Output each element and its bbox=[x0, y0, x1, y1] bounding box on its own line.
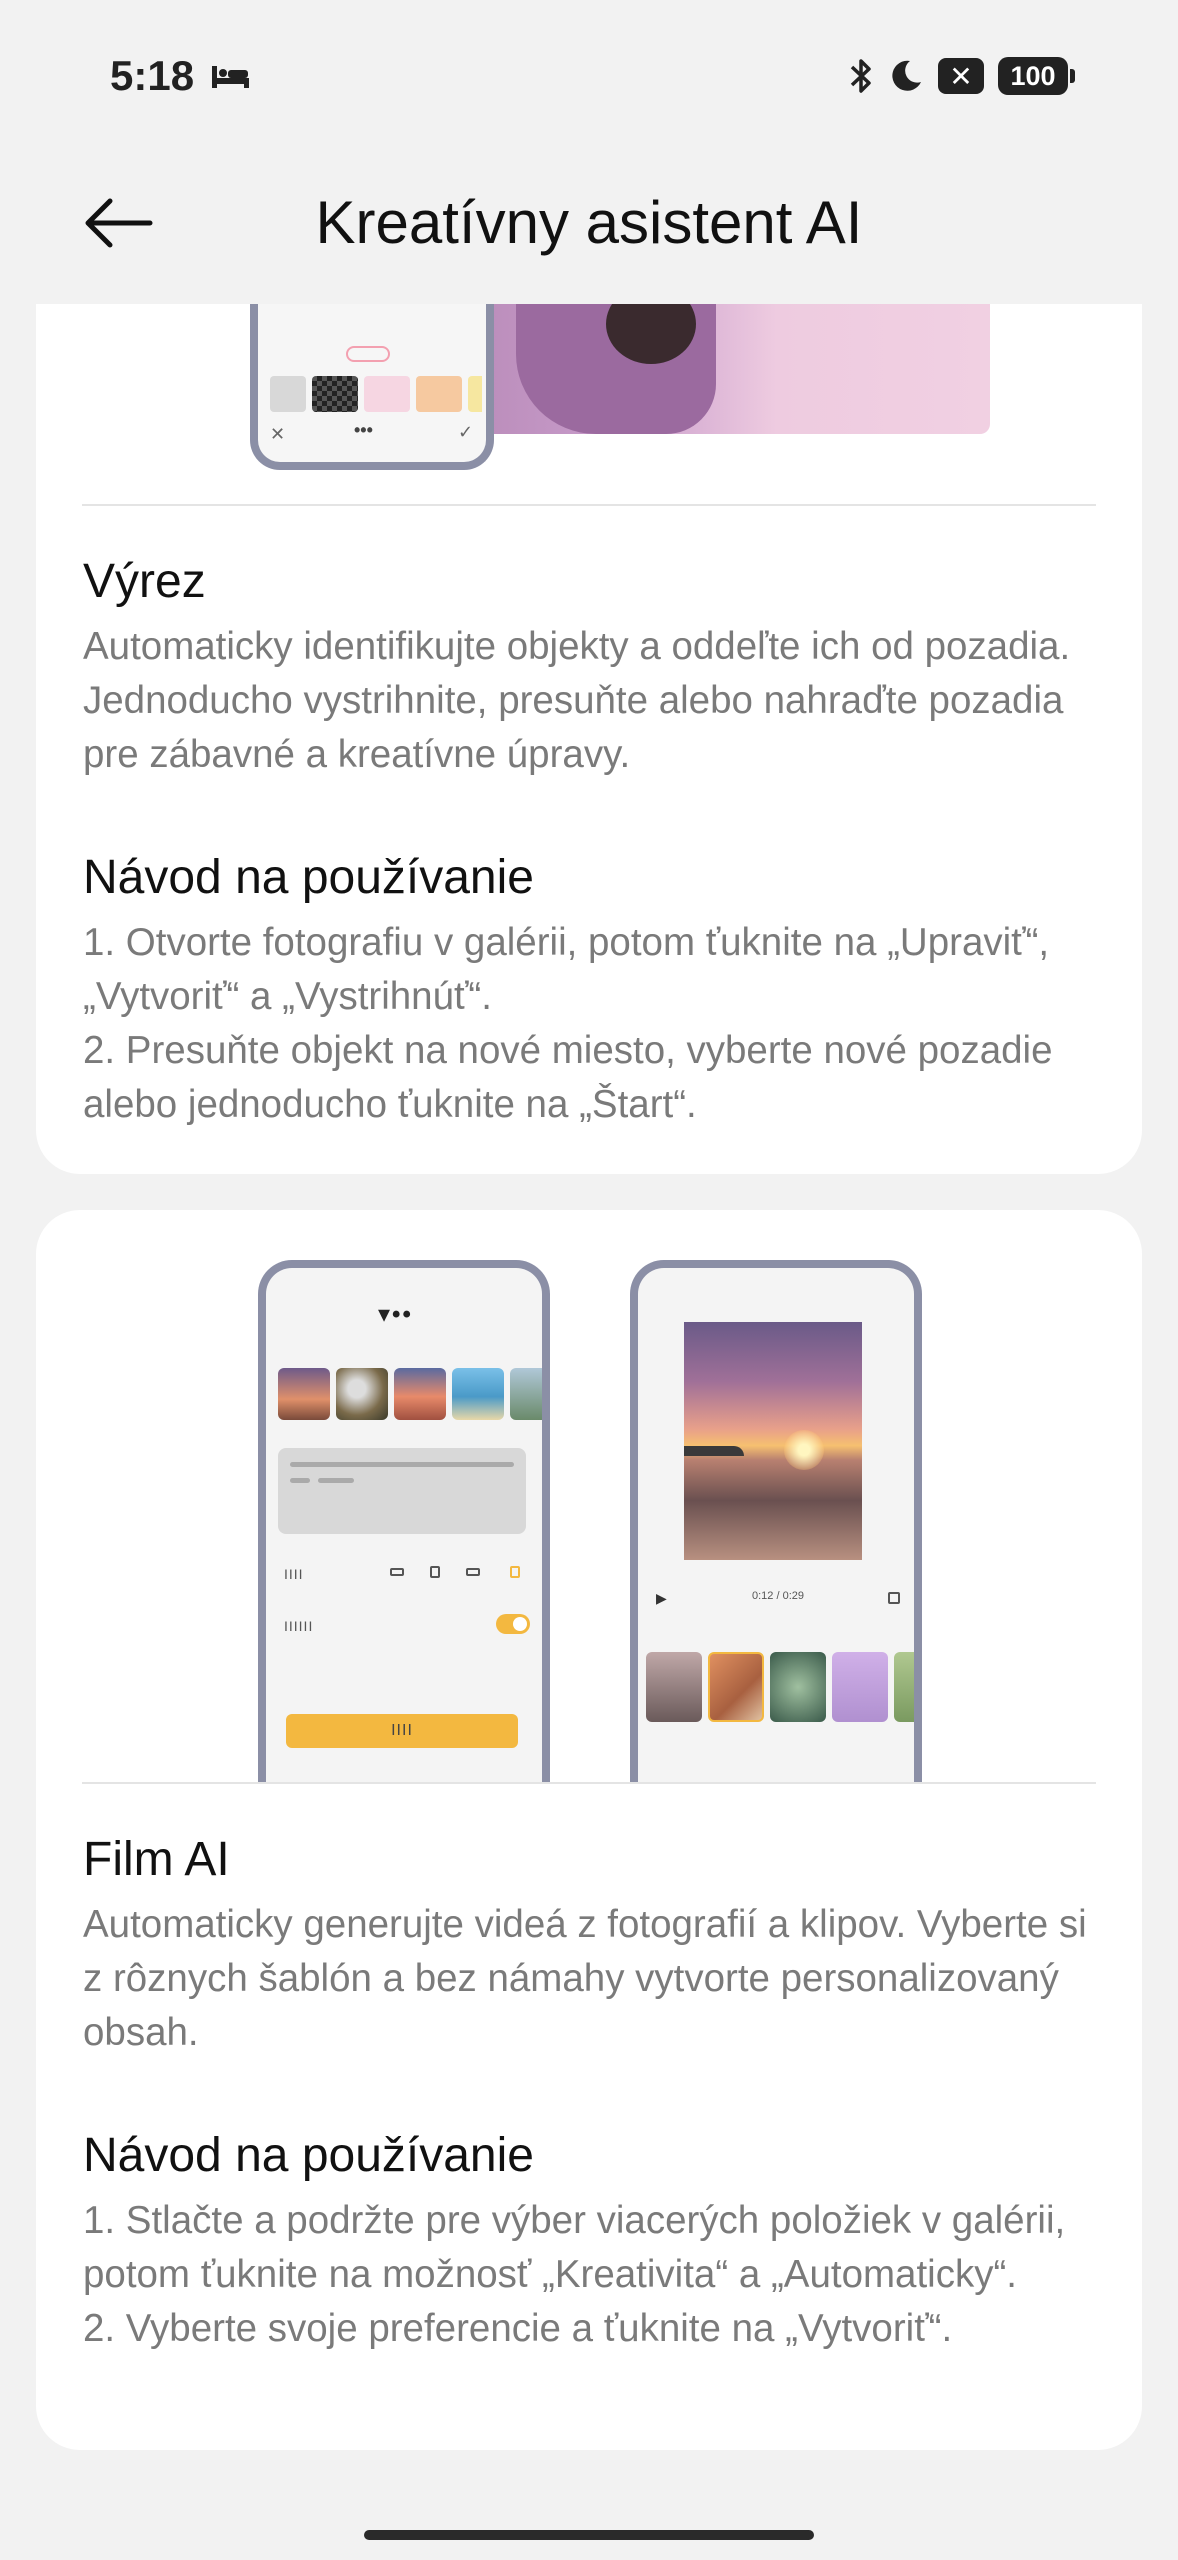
create-button-mock: IIII bbox=[286, 1714, 518, 1748]
moon-icon bbox=[892, 60, 921, 91]
divider bbox=[82, 504, 1096, 506]
more-icon: ▾•• bbox=[378, 1301, 413, 1328]
phone-mockup-left: ▾•• IIII IIIIII IIII bbox=[258, 1260, 550, 1784]
sleep-icon bbox=[212, 66, 249, 88]
howto-steps: 1. Stlačte a podržte pre výber viacerých… bbox=[83, 2199, 1066, 2350]
section-title: Výrez bbox=[83, 555, 206, 608]
play-icon: ▶ bbox=[656, 1590, 667, 1606]
fullscreen-icon bbox=[888, 1592, 900, 1604]
no-sim-icon: ✕ bbox=[938, 58, 984, 94]
close-icon: ✕ bbox=[270, 424, 286, 444]
app-header: Kreatívny asistent AI bbox=[0, 150, 1178, 300]
video-time: 0:12 / 0:29 bbox=[752, 1590, 804, 1602]
toggle-switch bbox=[496, 1614, 530, 1634]
howto-title: Návod na používanie bbox=[83, 2129, 534, 2182]
bluetooth-icon bbox=[850, 59, 871, 93]
check-icon: ✓ bbox=[458, 422, 474, 442]
phone-mockup-right: ▶ 0:12 / 0:29 bbox=[630, 1260, 922, 1784]
section-description: Automaticky identifikujte objekty a odde… bbox=[83, 625, 1071, 776]
phone-mockup: ✕ ••• ✓ bbox=[250, 304, 494, 470]
status-time: 5:18 bbox=[110, 52, 195, 99]
section-description: Automaticky generujte videá z fotografií… bbox=[83, 1903, 1087, 2054]
cutout-card: ✕ ••• ✓ Výrez Automaticky identifikujte … bbox=[36, 304, 1142, 1174]
battery-icon: 100 bbox=[998, 57, 1075, 95]
cutout-illustration: ✕ ••• ✓ bbox=[36, 304, 1142, 474]
howto-steps: 1. Otvorte fotografiu v galérii, potom ť… bbox=[83, 921, 1053, 1126]
page-title: Kreatívny asistent AI bbox=[315, 189, 863, 256]
ai-film-card: ▾•• IIII IIIIII IIII ▶ 0:12 / 0:29 Film … bbox=[36, 1210, 1142, 2450]
more-icon: ••• bbox=[354, 420, 373, 440]
photo-preview bbox=[456, 304, 990, 434]
divider bbox=[82, 1782, 1096, 1784]
status-bar: 5:18 ✕ 100 bbox=[0, 0, 1178, 150]
howto-title: Návod na používanie bbox=[83, 851, 534, 904]
home-indicator[interactable] bbox=[364, 2530, 814, 2540]
sunset-photo bbox=[684, 1322, 862, 1560]
section-title: Film AI bbox=[83, 1833, 230, 1886]
ai-film-illustration: ▾•• IIII IIIIII IIII ▶ 0:12 / 0:29 bbox=[36, 1210, 1142, 1784]
